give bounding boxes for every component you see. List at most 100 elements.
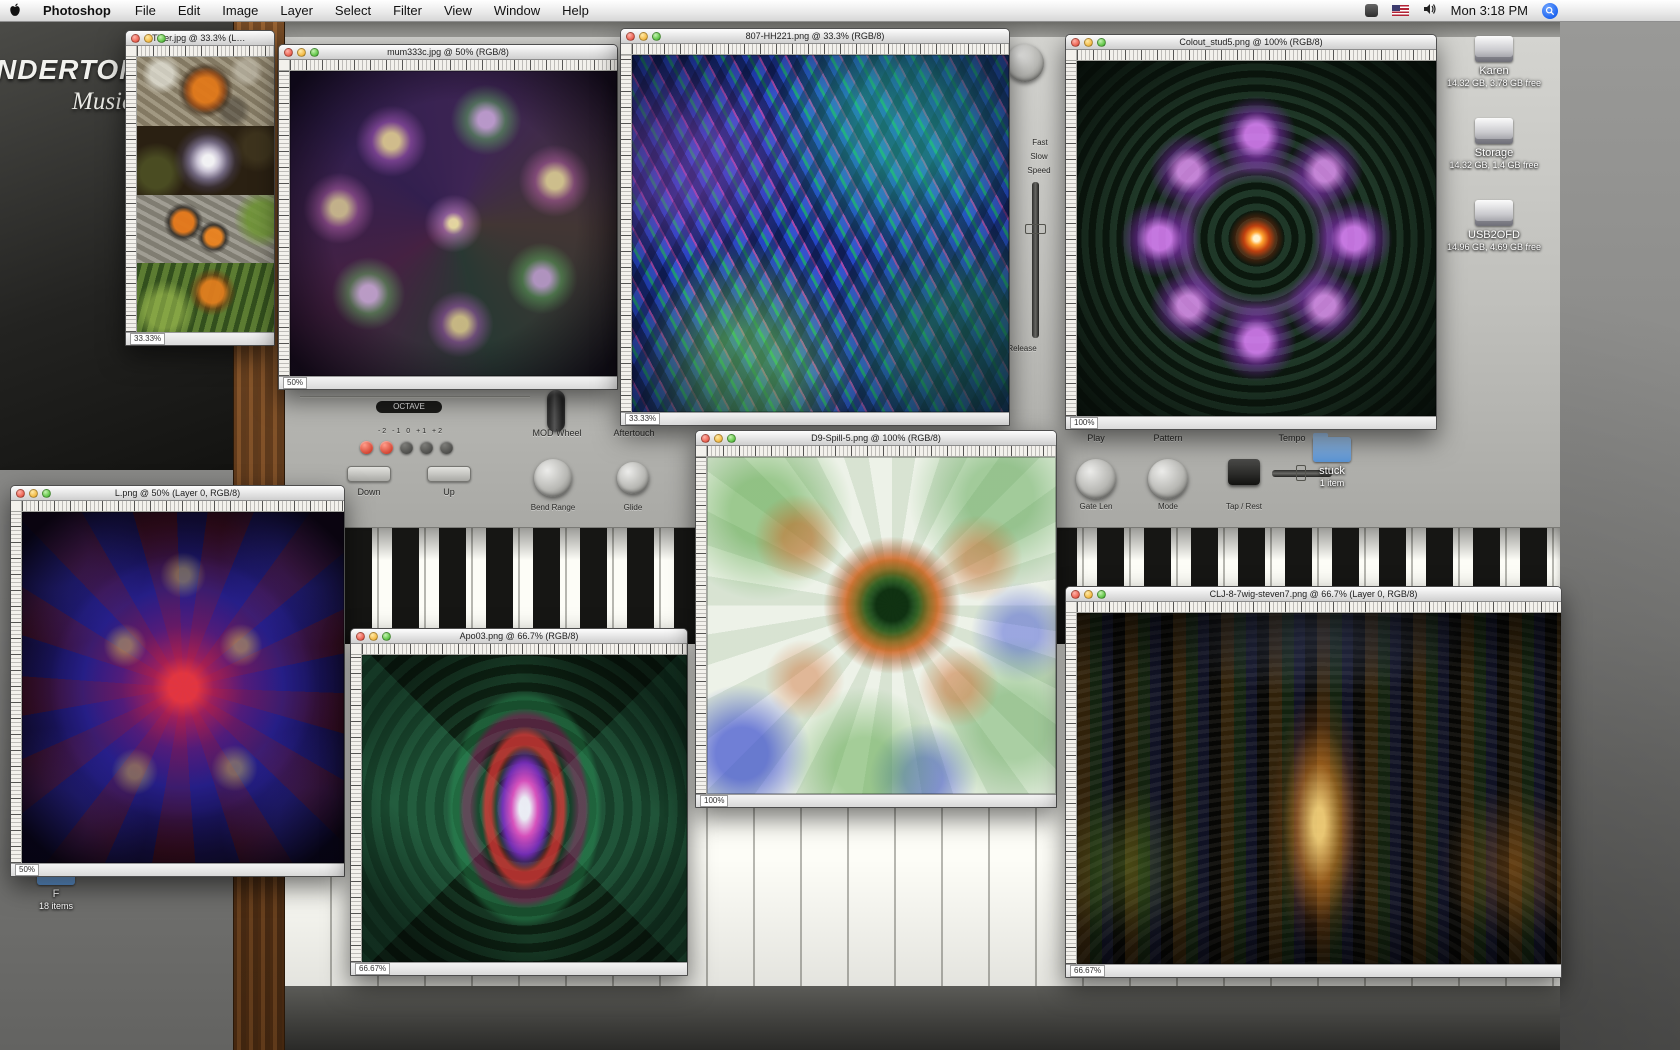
document-canvas[interactable]	[362, 655, 687, 962]
document-canvas[interactable]	[1077, 61, 1436, 416]
document-window-tiger[interactable]: Tiger.jpg @ 33.3% (Layer 0, RGB/8) 33.33…	[125, 30, 275, 346]
status-bar: 66.67%	[1066, 964, 1561, 977]
document-canvas[interactable]	[632, 55, 1009, 412]
folder-icon[interactable]	[1313, 433, 1351, 462]
menu-file[interactable]: File	[124, 0, 167, 22]
close-button[interactable]	[1071, 589, 1080, 599]
hard-drive-icon[interactable]	[1475, 118, 1513, 144]
wallpaper-aftertouch-label: Aftertouch	[613, 428, 655, 438]
vertical-ruler	[11, 512, 22, 863]
hard-drive-icon[interactable]	[1475, 200, 1513, 226]
wallpaper-speed-slider	[1032, 182, 1039, 338]
zoom-button[interactable]	[310, 47, 319, 57]
apple-menu[interactable]	[0, 3, 30, 19]
close-button[interactable]	[1071, 37, 1080, 47]
status-bar: 50%	[279, 376, 617, 389]
zoom-button[interactable]	[42, 488, 51, 498]
document-window-clj-8-7wig[interactable]: CLJ-8-7wig-steven7.png @ 66.7% (Layer 0,…	[1065, 586, 1562, 978]
desktop-icon-stuck[interactable]: stuck 1 item	[1292, 433, 1372, 488]
desktop-icon-storage[interactable]: Storage 14.32 GB, 1.4 GB free	[1434, 118, 1554, 170]
spotlight-icon[interactable]	[1542, 2, 1558, 19]
minimize-button[interactable]	[1084, 37, 1093, 47]
minimize-button[interactable]	[29, 488, 38, 498]
horizontal-ruler	[707, 446, 1056, 457]
window-title: D9-Spill-5.png @ 100% (RGB/8)	[811, 433, 941, 443]
wallpaper-groove	[300, 396, 530, 398]
hard-drive-icon[interactable]	[1475, 36, 1513, 62]
minimize-button[interactable]	[144, 33, 153, 43]
document-window-807-hh221[interactable]: 807-HH221.png @ 33.3% (RGB/8) 33.33%	[620, 28, 1010, 426]
ruler-corner	[126, 46, 137, 57]
minimize-button[interactable]	[1084, 589, 1093, 599]
menu-view[interactable]: View	[433, 0, 483, 22]
document-window-d9-spill-5[interactable]: D9-Spill-5.png @ 100% (RGB/8) 100%	[695, 430, 1057, 808]
minimize-button[interactable]	[639, 31, 648, 41]
close-button[interactable]	[626, 31, 635, 41]
menu-extra-icon[interactable]	[1364, 4, 1378, 17]
menu-filter[interactable]: Filter	[382, 0, 433, 22]
document-canvas[interactable]	[290, 71, 617, 376]
document-canvas[interactable]	[137, 57, 274, 332]
zoom-button[interactable]	[382, 631, 391, 641]
zoom-field[interactable]: 66.67%	[355, 963, 391, 975]
title-bar[interactable]: 807-HH221.png @ 33.3% (RGB/8)	[621, 29, 1009, 44]
zoom-field[interactable]: 50%	[283, 377, 308, 389]
title-bar[interactable]: D9-Spill-5.png @ 100% (RGB/8)	[696, 431, 1056, 446]
zoom-button[interactable]	[157, 33, 166, 43]
menu-image[interactable]: Image	[211, 0, 269, 22]
zoom-field[interactable]: 50%	[15, 864, 40, 876]
document-window-l-png[interactable]: L.png @ 50% (Layer 0, RGB/8) 50%	[10, 485, 345, 877]
zoom-field[interactable]: 66.67%	[1070, 965, 1106, 977]
desktop: NDERTONES Music OCTAVE -2 -1 0 +1 +2 Dow…	[0, 0, 1680, 1050]
title-bar[interactable]: L.png @ 50% (Layer 0, RGB/8)	[11, 486, 344, 501]
title-bar[interactable]: CLJ-8-7wig-steven7.png @ 66.7% (Layer 0,…	[1066, 587, 1561, 602]
menu-layer[interactable]: Layer	[269, 0, 324, 22]
title-bar[interactable]: mum333c.jpg @ 50% (RGB/8)	[279, 45, 617, 60]
zoom-button[interactable]	[1097, 589, 1106, 599]
close-button[interactable]	[284, 47, 293, 57]
icon-label: USB2OFD	[1468, 229, 1520, 241]
zoom-field[interactable]: 33.33%	[130, 333, 166, 345]
desktop-icon-usb2ofd[interactable]: USB2OFD 14.96 GB, 4.69 GB free	[1434, 200, 1554, 252]
wallpaper-speed-label: Speed	[1027, 166, 1051, 175]
vertical-ruler	[126, 57, 137, 332]
document-canvas[interactable]	[707, 457, 1056, 794]
minimize-button[interactable]	[369, 631, 378, 641]
document-canvas[interactable]	[1077, 613, 1561, 964]
minimize-button[interactable]	[714, 433, 723, 443]
input-language-flag-icon[interactable]	[1391, 5, 1409, 16]
zoom-button[interactable]	[1097, 37, 1106, 47]
title-bar[interactable]: Colout_stud5.png @ 100% (RGB/8)	[1066, 35, 1436, 50]
menu-window[interactable]: Window	[483, 0, 551, 22]
zoom-field[interactable]: 100%	[1070, 417, 1099, 429]
volume-icon[interactable]	[1423, 3, 1437, 18]
zoom-field[interactable]: 100%	[700, 795, 729, 807]
document-canvas[interactable]	[22, 512, 344, 863]
menu-clock[interactable]: Mon 3:18 PM	[1451, 3, 1528, 18]
close-button[interactable]	[131, 33, 140, 43]
photo-butterflies-pair	[137, 194, 274, 264]
app-menu[interactable]: Photoshop	[30, 0, 124, 22]
menu-select[interactable]: Select	[324, 0, 382, 22]
document-window-mum333c[interactable]: mum333c.jpg @ 50% (RGB/8) 50%	[278, 44, 618, 390]
menu-help[interactable]: Help	[551, 0, 600, 22]
ruler-corner	[351, 644, 362, 655]
close-button[interactable]	[356, 631, 365, 641]
desktop-icon-karen[interactable]: Karen 14.32 GB, 3.78 GB free	[1434, 36, 1554, 88]
icon-label: stuck	[1319, 465, 1345, 477]
zoom-button[interactable]	[727, 433, 736, 443]
zoom-button[interactable]	[652, 31, 661, 41]
document-window-apo03[interactable]: Apo03.png @ 66.7% (RGB/8) 66.67%	[350, 628, 688, 976]
menu-edit[interactable]: Edit	[167, 0, 211, 22]
zoom-field[interactable]: 33.33%	[625, 413, 661, 425]
document-window-colout-stud5[interactable]: Colout_stud5.png @ 100% (RGB/8) 100%	[1065, 34, 1437, 430]
wallpaper-speed-knob	[1006, 44, 1044, 82]
wallpaper-floor	[285, 986, 1560, 1050]
close-button[interactable]	[16, 488, 25, 498]
minimize-button[interactable]	[297, 47, 306, 57]
vertical-ruler	[1066, 61, 1077, 416]
title-bar[interactable]: Tiger.jpg @ 33.3% (Layer 0, RGB/8)	[126, 31, 274, 46]
photo-butterfly-rocks	[137, 57, 274, 126]
title-bar[interactable]: Apo03.png @ 66.7% (RGB/8)	[351, 629, 687, 644]
close-button[interactable]	[701, 433, 710, 443]
